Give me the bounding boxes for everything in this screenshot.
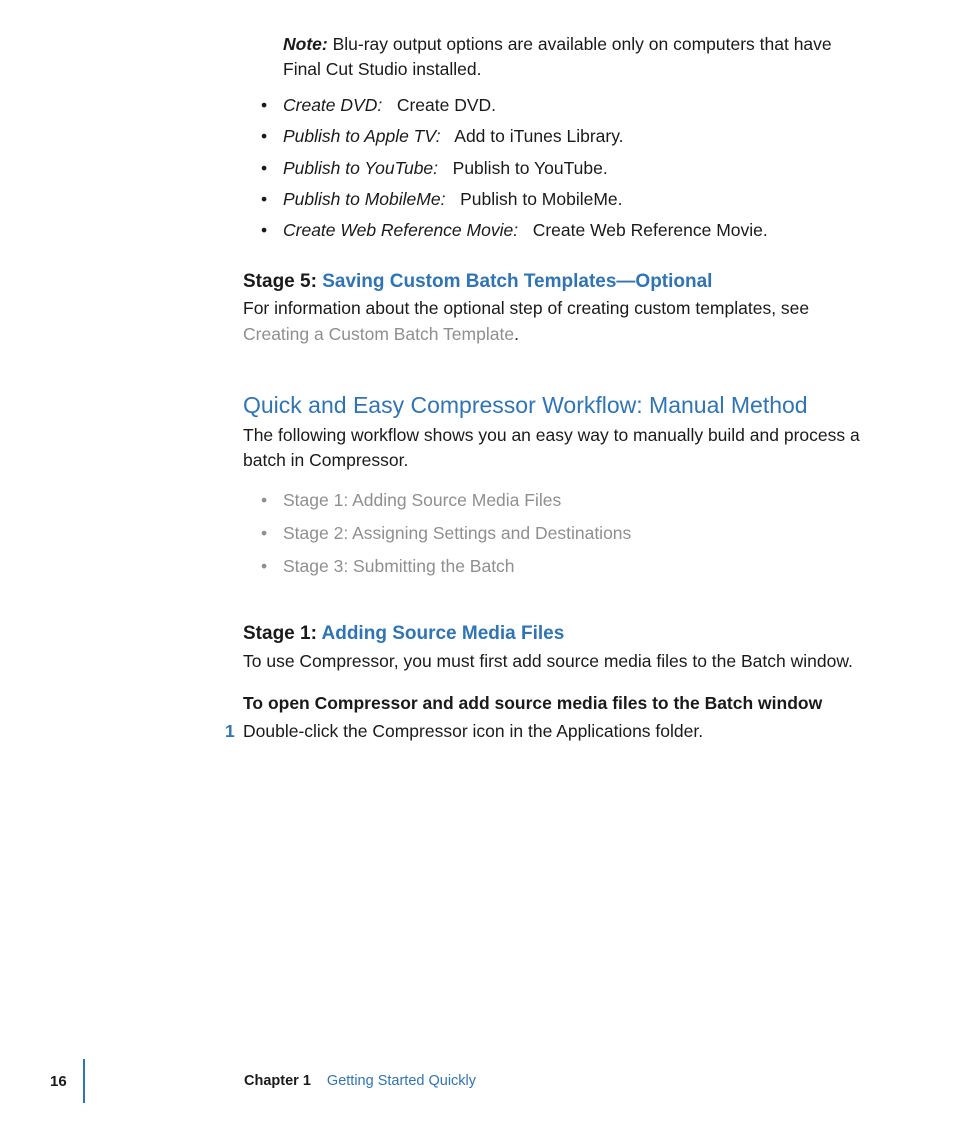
stage-title: Adding Source Media Files — [322, 623, 565, 644]
section-heading: Quick and Easy Compressor Workflow: Manu… — [243, 391, 868, 421]
item-desc: Create Web Reference Movie. — [533, 220, 768, 240]
xref-link[interactable]: Creating a Custom Batch Template — [243, 324, 514, 344]
list-item: Publish to YouTube: Publish to YouTube. — [261, 156, 868, 181]
stage-link-list: Stage 1: Adding Source Media Files Stage… — [261, 488, 868, 580]
chapter-title: Getting Started Quickly — [327, 1073, 476, 1089]
main-content: Note: Blu-ray output options are availab… — [243, 32, 868, 745]
note-text: Blu-ray output options are available onl… — [283, 34, 832, 79]
stage-prefix: Stage 5: — [243, 271, 322, 292]
stage-1-heading: Stage 1: Adding Source Media Files — [243, 620, 868, 648]
chapter-label: Chapter 1 — [244, 1073, 311, 1089]
list-item: Create Web Reference Movie: Create Web R… — [261, 218, 868, 243]
list-item: Publish to MobileMe: Publish to MobileMe… — [261, 187, 868, 212]
footer-rule — [83, 1059, 85, 1103]
stage-link[interactable]: Stage 2: Assigning Settings and Destinat… — [261, 521, 868, 546]
stage-link[interactable]: Stage 3: Submitting the Batch — [261, 554, 868, 579]
para-text-after: . — [514, 324, 519, 344]
page-footer: 16 Chapter 1 Getting Started Quickly — [0, 1073, 954, 1101]
item-label: Create DVD: — [283, 95, 382, 115]
note-block: Note: Blu-ray output options are availab… — [283, 32, 868, 83]
stage-1-paragraph: To use Compressor, you must first add so… — [243, 649, 868, 674]
item-desc: Create DVD. — [397, 95, 496, 115]
item-label: Publish to MobileMe: — [283, 189, 445, 209]
stage-5-paragraph: For information about the optional step … — [243, 296, 868, 347]
stage-5-heading: Stage 5: Saving Custom Batch Templates—O… — [243, 270, 868, 295]
page-number: 16 — [50, 1073, 67, 1090]
item-desc: Publish to YouTube. — [453, 158, 608, 178]
footer-chapter: Chapter 1 Getting Started Quickly — [244, 1073, 476, 1089]
item-label: Publish to YouTube: — [283, 158, 438, 178]
para-text-before: For information about the optional step … — [243, 298, 809, 318]
list-item: Publish to Apple TV: Add to iTunes Libra… — [261, 124, 868, 149]
item-desc: Add to iTunes Library. — [454, 126, 623, 146]
note-label: Note: — [283, 34, 328, 54]
batch-output-list: Create DVD: Create DVD. Publish to Apple… — [261, 93, 868, 244]
stage-title: Saving Custom Batch Templates—Optional — [322, 271, 712, 292]
item-label: Publish to Apple TV: — [283, 126, 441, 146]
step-number: 1 — [225, 719, 235, 744]
step-row: 1 Double-click the Compressor icon in th… — [243, 719, 868, 744]
item-label: Create Web Reference Movie: — [283, 220, 518, 240]
stage-link[interactable]: Stage 1: Adding Source Media Files — [261, 488, 868, 513]
section-paragraph: The following workflow shows you an easy… — [243, 423, 868, 474]
document-page: Note: Blu-ray output options are availab… — [0, 0, 954, 1145]
stage-prefix: Stage 1: — [243, 623, 322, 644]
task-heading: To open Compressor and add source media … — [243, 691, 868, 716]
step-text: Double-click the Compressor icon in the … — [243, 721, 703, 741]
list-item: Create DVD: Create DVD. — [261, 93, 868, 118]
item-desc: Publish to MobileMe. — [460, 189, 622, 209]
